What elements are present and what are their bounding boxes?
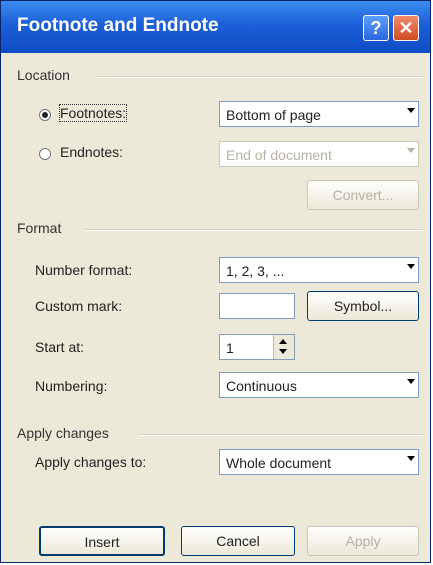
start-at-spinner[interactable]: [273, 335, 294, 359]
help-icon[interactable]: ?: [363, 15, 389, 41]
symbol-button[interactable]: Symbol...: [307, 291, 419, 321]
number-format-label: Number format:: [35, 262, 133, 278]
start-at-label: Start at:: [35, 339, 85, 355]
insert-button[interactable]: Insert: [39, 526, 165, 556]
chevron-down-icon: [407, 108, 415, 113]
chevron-down-icon: [407, 456, 415, 461]
custom-mark-label: Custom mark:: [35, 298, 123, 314]
endnotes-radio[interactable]: [39, 148, 51, 160]
numbering-value: Continuous: [226, 378, 297, 394]
number-format-select[interactable]: 1, 2, 3, ...: [219, 257, 419, 283]
convert-button: Convert...: [307, 180, 419, 210]
numbering-label: Numbering:: [35, 378, 108, 394]
chevron-down-icon: [407, 264, 415, 269]
format-section-label: Format: [17, 220, 62, 236]
start-at-value: 1: [226, 340, 234, 356]
close-icon[interactable]: ✕: [393, 15, 419, 41]
location-section-label: Location: [17, 67, 70, 83]
apply-changes-to-label: Apply changes to:: [35, 454, 147, 470]
numbering-select[interactable]: Continuous: [219, 372, 419, 398]
format-divider: [85, 229, 423, 231]
footnotes-radio[interactable]: [39, 109, 51, 121]
title-bar[interactable]: Footnote and Endnote ? ✕: [1, 1, 430, 53]
apply-changes-to-value: Whole document: [226, 455, 332, 471]
apply-changes-to-select[interactable]: Whole document: [219, 449, 419, 475]
chevron-down-icon: [407, 148, 415, 153]
endnotes-position-select: End of document: [219, 141, 419, 167]
endnotes-label[interactable]: Endnotes:: [60, 144, 123, 160]
apply-changes-divider: [139, 434, 423, 436]
apply-button: Apply: [307, 526, 419, 556]
spin-down-icon[interactable]: [279, 349, 287, 354]
footnote-endnote-dialog: Footnote and Endnote ? ✕ Location Footno…: [0, 0, 431, 563]
custom-mark-input[interactable]: [219, 293, 295, 319]
start-at-input[interactable]: 1: [219, 334, 295, 360]
footnotes-position-value: Bottom of page: [226, 107, 321, 123]
cancel-button[interactable]: Cancel: [181, 526, 295, 556]
location-divider: [97, 76, 423, 78]
footnotes-position-select[interactable]: Bottom of page: [219, 101, 419, 127]
radio-selected-dot: [42, 112, 48, 118]
window-title: Footnote and Endnote: [17, 15, 219, 36]
spin-up-icon[interactable]: [279, 339, 287, 344]
number-format-value: 1, 2, 3, ...: [226, 263, 285, 279]
endnotes-position-value: End of document: [226, 147, 332, 163]
apply-changes-section-label: Apply changes: [17, 425, 109, 441]
chevron-down-icon: [407, 379, 415, 384]
footnotes-label[interactable]: Footnotes:: [58, 104, 128, 122]
